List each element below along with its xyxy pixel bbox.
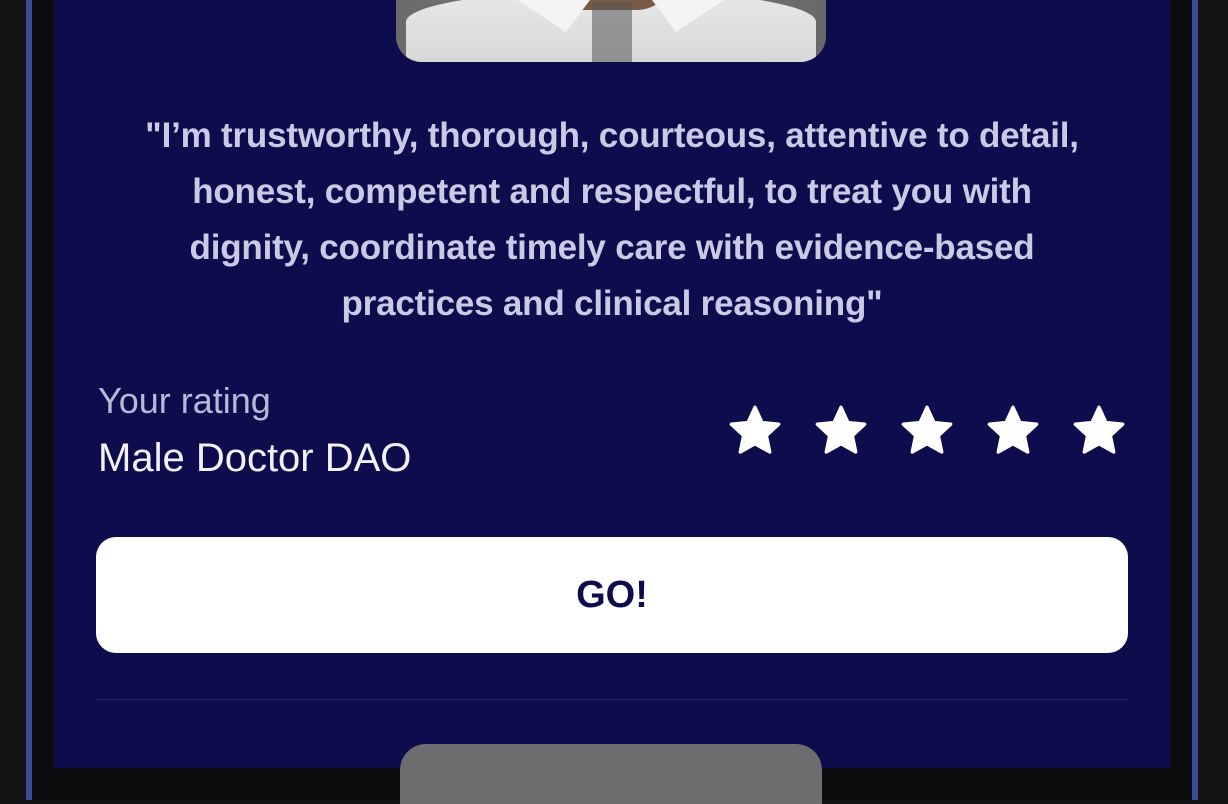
doctor-name: Male Doctor DAO	[98, 436, 412, 480]
go-button[interactable]: GO!	[96, 537, 1128, 653]
star-icon[interactable]	[984, 402, 1042, 460]
star-icon[interactable]	[812, 402, 870, 460]
divider	[96, 699, 1128, 700]
star-icon[interactable]	[898, 402, 956, 460]
doctor-card-screen: "I’m trustworthy, thorough, courteous, a…	[54, 0, 1170, 804]
star-icon[interactable]	[726, 402, 784, 460]
star-rating[interactable]	[726, 402, 1128, 464]
doctor-quote: "I’m trustworthy, thorough, courteous, a…	[145, 116, 1079, 323]
next-doctor-photo	[400, 744, 822, 804]
rating-label: Your rating	[98, 380, 271, 421]
doctor-photo	[396, 0, 826, 62]
star-icon[interactable]	[1070, 402, 1128, 460]
